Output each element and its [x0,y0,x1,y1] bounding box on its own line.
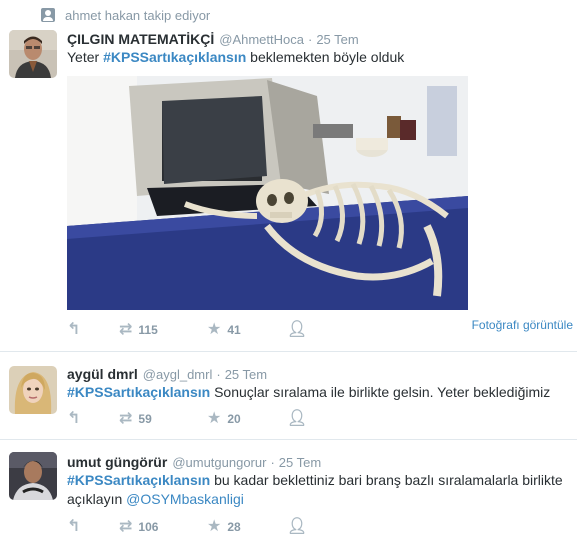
star-icon: ★ [207,518,222,535]
favorite-button[interactable]: ★ 28 [207,519,287,535]
timestamp[interactable]: 25 Tem [316,32,358,47]
timestamp[interactable]: 25 Tem [225,367,267,382]
tweet-text: #KPSSartıkaçıklansın Sonuçlar sıralama i… [67,383,550,402]
username[interactable]: @umutgungorur [172,455,266,470]
tweet[interactable]: ahmet hakan takip ediyor ÇILGIN MATEMATİ… [0,0,577,352]
tweet-actions: ↰ ⇄ 115 ★ 41 👤︎ [67,321,327,339]
tweet[interactable]: aygül dmrl @aygl_dmrl · 25 Tem #KPSSartı… [0,352,577,440]
favorite-button[interactable]: ★ 20 [207,411,287,427]
favorite-button[interactable]: ★ 41 [207,322,287,338]
username[interactable]: @aygl_dmrl [143,367,213,382]
mention-link[interactable]: @OSYMbaskanligi [126,491,244,507]
follow-icon: 👤︎ [287,321,308,338]
follow-icon: 👤︎ [287,518,308,535]
reply-button[interactable]: ↰ [67,322,119,338]
tweet-header: umut güngörür @umutgungorur · 25 Tem [67,454,321,470]
star-icon: ★ [207,321,222,338]
tweet[interactable]: umut güngörür @umutgungorur · 25 Tem #KP… [0,440,577,542]
avatar[interactable] [9,452,57,500]
separator-dot: · [307,32,313,47]
view-photo-link[interactable]: Fotoğrafı görüntüle [472,318,573,332]
retweet-count: 59 [138,412,152,426]
hashtag-link[interactable]: #KPSSartıkaçıklansın [103,49,246,65]
star-icon: ★ [207,410,222,427]
tweet-text-part: Sonuçlar sıralama ile birlikte gelsin. Y… [210,384,551,400]
tweet-actions: ↰ ⇄ 59 ★ 20 👤︎ [67,410,327,428]
timeline: ahmet hakan takip ediyor ÇILGIN MATEMATİ… [0,0,577,542]
tweet-header: ÇILGIN MATEMATİKÇİ @AhmettHoca · 25 Tem [67,31,359,47]
tweet-text-part: Yeter [67,49,104,65]
retweet-count: 115 [138,323,158,337]
separator-dot: · [216,367,221,382]
tweet-header: aygül dmrl @aygl_dmrl · 25 Tem [67,366,267,382]
context-text: ahmet hakan takip ediyor [65,7,211,23]
reply-icon: ↰ [67,410,81,427]
reply-icon: ↰ [67,321,81,338]
follow-button[interactable]: 👤︎ [287,322,327,338]
follow-button[interactable]: 👤︎ [287,519,327,535]
follow-button[interactable]: 👤︎ [287,411,327,427]
timestamp[interactable]: 25 Tem [279,455,321,470]
reply-button[interactable]: ↰ [67,519,119,535]
fullname[interactable]: ÇILGIN MATEMATİKÇİ [67,31,214,47]
favorite-count: 20 [227,412,241,426]
username[interactable]: @AhmettHoca [219,32,304,47]
reply-button[interactable]: ↰ [67,411,119,427]
retweet-button[interactable]: ⇄ 59 [119,411,207,427]
tweet-photo[interactable] [67,76,468,310]
tweet-text: Yeter #KPSSartıkaçıklansın beklemekten b… [67,48,404,67]
avatar[interactable] [9,366,57,414]
retweet-icon: ⇄ [119,321,133,338]
retweet-button[interactable]: ⇄ 115 [119,322,207,338]
tweet-actions: ↰ ⇄ 106 ★ 28 👤︎ [67,518,327,536]
tweet-text: #KPSSartıkaçıklansın bu kadar beklettini… [67,471,563,490]
fullname[interactable]: umut güngörür [67,454,167,470]
separator-dot: · [270,455,275,470]
follow-icon: 👤︎ [287,410,308,427]
fullname[interactable]: aygül dmrl [67,366,138,382]
retweet-icon: ⇄ [119,410,133,427]
avatar[interactable] [9,30,57,78]
hashtag-link[interactable]: #KPSSartıkaçıklansın [67,384,210,400]
favorite-count: 28 [227,520,241,534]
tweet-text-part: bu kadar beklettiniz bari branş bazlı sı… [210,472,563,488]
retweet-button[interactable]: ⇄ 106 [119,519,207,535]
retweet-icon: ⇄ [119,518,133,535]
tweet-text-part: açıklayın [67,491,127,507]
favorite-count: 41 [227,323,241,337]
retweet-count: 106 [138,520,159,534]
tweet-text-line2: açıklayın @OSYMbaskanligi [67,490,244,509]
reply-icon: ↰ [67,518,81,535]
tweet-text-part: beklemekten böyle olduk [246,49,405,65]
follow-context: ahmet hakan takip ediyor [41,7,210,23]
hashtag-link[interactable]: #KPSSartıkaçıklansın [67,472,210,488]
user-icon [41,8,55,22]
